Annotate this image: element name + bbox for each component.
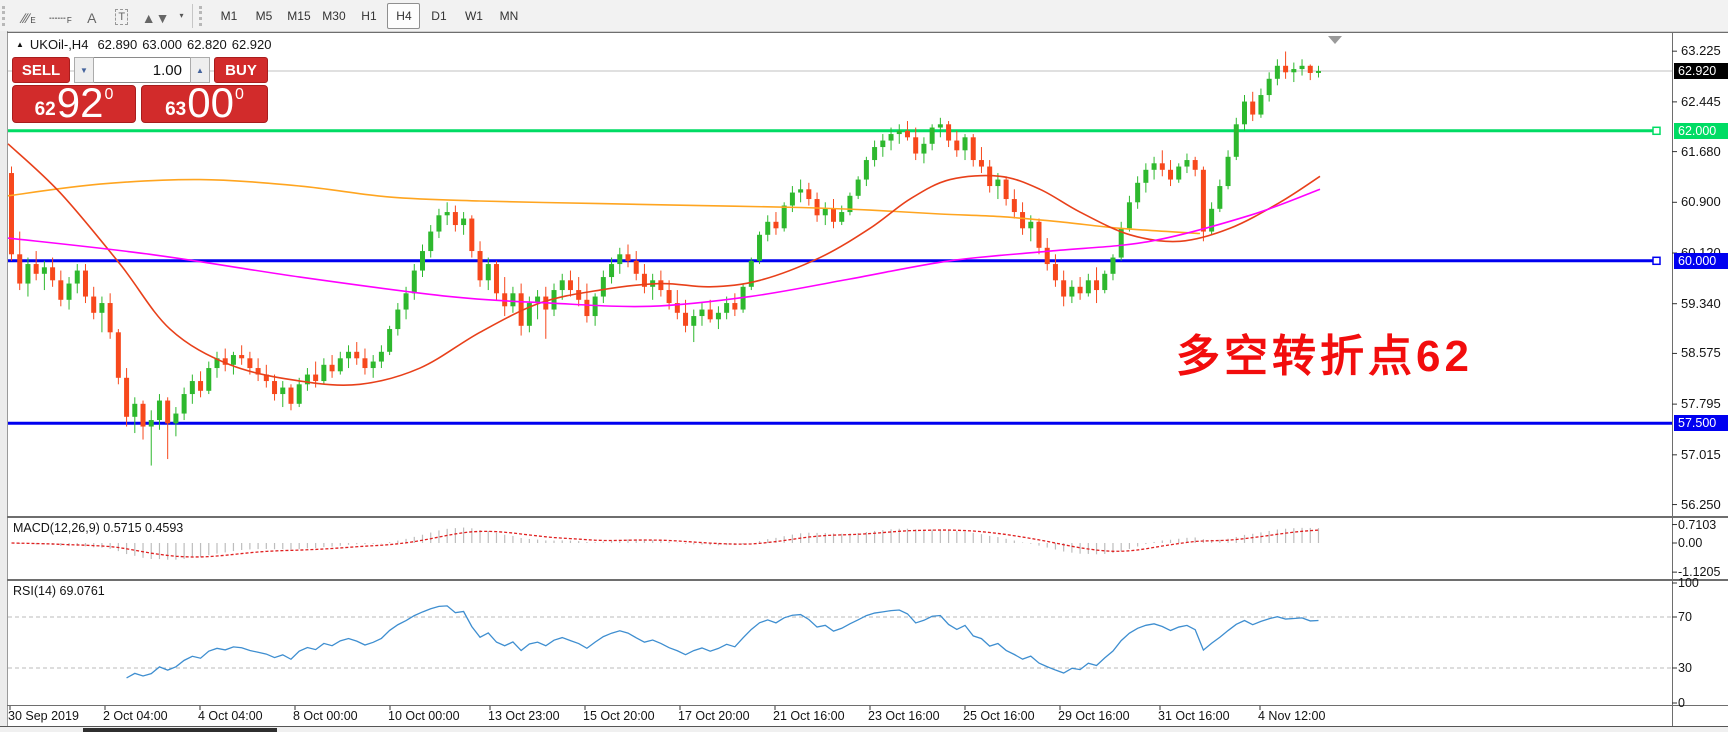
rsi-axis-label: 0: [1678, 696, 1685, 710]
macd-axis-label: 0.00: [1678, 536, 1702, 550]
buy-price-display[interactable]: 63 00 0: [141, 85, 268, 123]
price-tick-label: 61.680: [1681, 144, 1727, 159]
one-click-trading-panel: SELL ▼ 1.00 ▲ BUY 62 92 0 63 00 0: [12, 57, 268, 123]
time-tick-label: 2 Oct 04:00: [103, 709, 168, 723]
time-tick-label: 4 Oct 04:00: [198, 709, 263, 723]
time-tick-label: 15 Oct 20:00: [583, 709, 655, 723]
price-tick-label: 60.900: [1681, 194, 1727, 209]
sell-big-figure: 62: [35, 99, 56, 121]
price-tick-label: 63.225: [1681, 43, 1727, 58]
buy-big-figure: 63: [165, 99, 186, 121]
symbol-marker-icon: ▲: [16, 40, 24, 49]
rsi-axis-label: 30: [1678, 661, 1692, 675]
time-tick-label: 31 Oct 16:00: [1158, 709, 1230, 723]
time-tick-label: 13 Oct 23:00: [488, 709, 560, 723]
price-badge-57.500: 57.500: [1674, 415, 1728, 431]
chart-header: ▲ UKOil-,H4 62.890 63.000 62.820 62.920: [16, 37, 272, 52]
chart-title: UKOil-,H4: [30, 37, 89, 52]
rsi-axis-label: 70: [1678, 610, 1692, 624]
price-tick-label: 57.795: [1681, 396, 1727, 411]
macd-axis-label: 0.7103: [1678, 518, 1716, 532]
bar-close-value: 62.920: [232, 37, 272, 52]
bar-open-value: 62.890: [97, 37, 137, 52]
rsi-axis-label: 100: [1678, 576, 1699, 590]
price-tick-label: 59.340: [1681, 296, 1727, 311]
sell-price-display[interactable]: 62 92 0: [12, 85, 136, 123]
bar-high-value: 63.000: [142, 37, 182, 52]
time-tick-label: 23 Oct 16:00: [868, 709, 940, 723]
macd-indicator-label: MACD(12,26,9) 0.5715 0.4593: [13, 521, 183, 535]
price-badge-62.920: 62.920: [1674, 63, 1728, 79]
price-tick-label: 57.015: [1681, 447, 1727, 462]
time-tick-label: 25 Oct 16:00: [963, 709, 1035, 723]
price-tick-label: 62.445: [1681, 94, 1727, 109]
price-tick-label: 58.575: [1681, 345, 1727, 360]
time-tick-label: 21 Oct 16:00: [773, 709, 845, 723]
buy-pips: 00: [187, 85, 234, 121]
rsi-indicator-label: RSI(14) 69.0761: [13, 584, 105, 598]
time-tick-label: 29 Oct 16:00: [1058, 709, 1130, 723]
volume-input[interactable]: 1.00: [94, 57, 190, 83]
trading-platform-window: ∕∕∕E┄┄FAT▲▼ ▾ M1M5M15M30H1H4D1W1MN ▲ UKO…: [0, 0, 1728, 732]
time-tick-label: 4 Nov 12:00: [1258, 709, 1325, 723]
sell-point: 0: [104, 88, 113, 102]
time-tick-label: 30 Sep 2019: [8, 709, 79, 723]
price-tick-label: 56.250: [1681, 497, 1727, 512]
bar-low-value: 62.820: [187, 37, 227, 52]
time-tick-label: 8 Oct 00:00: [293, 709, 358, 723]
time-tick-label: 17 Oct 20:00: [678, 709, 750, 723]
price-badge-60.000: 60.000: [1674, 253, 1728, 269]
price-badge-62.000: 62.000: [1674, 123, 1728, 139]
sell-pips: 92: [57, 85, 104, 121]
chart-text-annotation: 多空转折点62: [1176, 320, 1473, 384]
time-tick-label: 10 Oct 00:00: [388, 709, 460, 723]
chart-shift-marker-icon[interactable]: [1328, 36, 1342, 44]
buy-point: 0: [235, 88, 244, 102]
